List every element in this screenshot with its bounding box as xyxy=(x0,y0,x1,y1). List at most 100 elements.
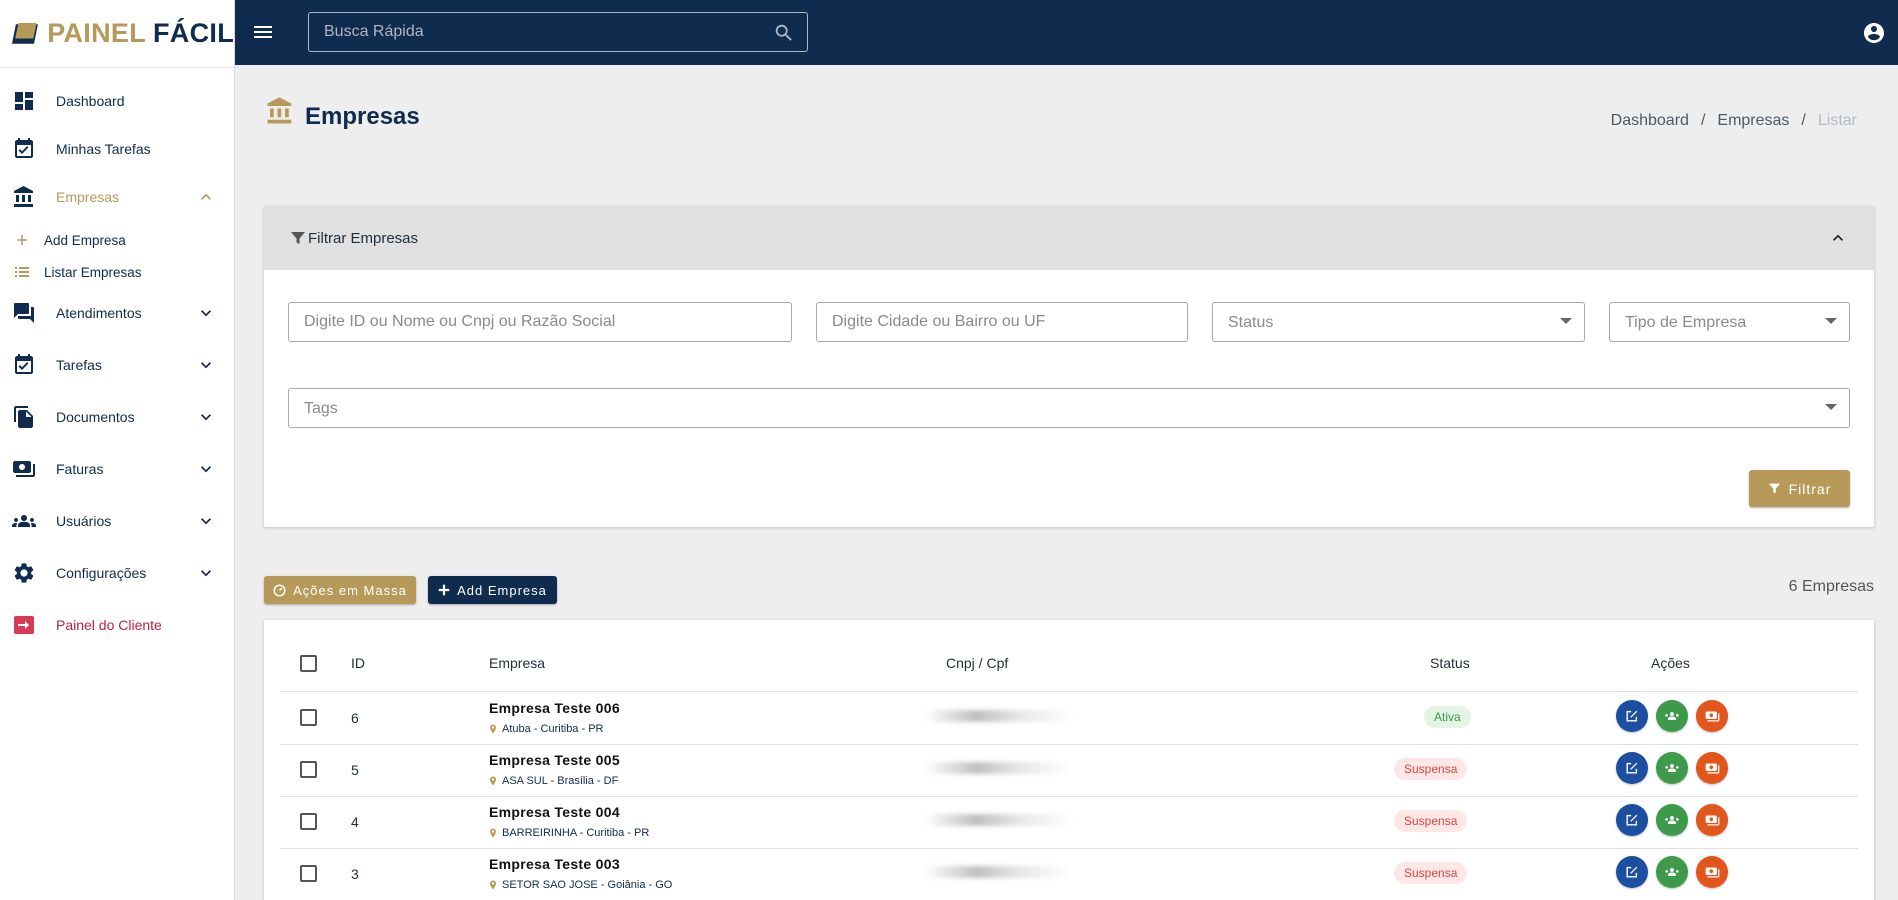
tags-placeholder: Tags xyxy=(304,400,338,417)
city-filter-field xyxy=(816,302,1188,342)
logo-text-facil: FÁCIL xyxy=(153,18,234,48)
edit-icon xyxy=(1626,814,1638,826)
invoices-button[interactable] xyxy=(1696,700,1728,732)
row-checkbox[interactable] xyxy=(300,865,317,882)
chevron-up-icon[interactable] xyxy=(196,187,216,207)
status-badge: Suspensa xyxy=(1394,758,1468,780)
chevron-down-icon[interactable] xyxy=(196,407,216,427)
sidebar-subitem-add-empresa[interactable]: Add Empresa xyxy=(0,227,235,253)
add-empresa-label: Add Empresa xyxy=(457,582,547,598)
map-pin-icon xyxy=(490,724,496,734)
sidebar-item-configuracoes[interactable]: Configurações xyxy=(0,553,235,593)
breadcrumb: Dashboard / Empresas / Listar xyxy=(1611,112,1857,130)
row-location-text: ASA SUL - Brasília - DF xyxy=(502,775,619,787)
sidebar-item-documentos[interactable]: Documentos xyxy=(0,397,235,437)
column-header-status[interactable]: Status xyxy=(1430,655,1470,671)
status-select-placeholder: Status xyxy=(1228,314,1274,331)
sidebar-item-label: Painel do Cliente xyxy=(56,617,162,633)
edit-button[interactable] xyxy=(1616,700,1648,732)
hamburger-menu-icon[interactable] xyxy=(251,20,275,44)
exit-arrow-icon xyxy=(14,616,34,634)
logo[interactable]: PAINEL FÁCIL xyxy=(0,0,234,68)
filter-button[interactable]: Filtrar xyxy=(1749,470,1850,507)
column-header-id[interactable]: ID xyxy=(351,655,365,671)
tags-select[interactable]: Tags xyxy=(288,388,1850,428)
chevron-up-icon[interactable] xyxy=(1828,228,1848,248)
sidebar-item-dashboard[interactable]: Dashboard xyxy=(0,81,235,121)
invoices-button[interactable] xyxy=(1696,752,1728,784)
row-cnpj-blurred xyxy=(924,814,1074,826)
plus-icon xyxy=(17,235,27,245)
row-checkbox[interactable] xyxy=(300,813,317,830)
table-row[interactable]: 4 Empresa Teste 004 BARREIRINHA - Curiti… xyxy=(264,796,1874,848)
sidebar-item-empresas[interactable]: Empresas xyxy=(0,177,235,217)
calendar-check-icon xyxy=(15,354,33,374)
search-box xyxy=(308,12,808,52)
dropdown-arrow-icon xyxy=(1825,318,1837,324)
users-button[interactable] xyxy=(1656,700,1688,732)
row-checkbox[interactable] xyxy=(300,761,317,778)
edit-button[interactable] xyxy=(1616,856,1648,888)
chevron-down-icon[interactable] xyxy=(196,303,216,323)
row-location: BARREIRINHA - Curitiba - PR xyxy=(489,827,649,839)
row-location: SETOR SAO JOSE - Goiânia - GO xyxy=(489,879,672,891)
sidebar-item-faturas[interactable]: Faturas xyxy=(0,449,235,489)
breadcrumb-dashboard[interactable]: Dashboard xyxy=(1611,112,1689,130)
sidebar-item-minhas-tarefas[interactable]: Minhas Tarefas xyxy=(0,129,235,169)
user-account-icon[interactable] xyxy=(1862,21,1886,45)
sidebar-subitem-label: Listar Empresas xyxy=(44,264,142,280)
search-icon[interactable] xyxy=(773,22,795,44)
sidebar-item-painel-do-cliente[interactable]: Painel do Cliente xyxy=(0,605,235,645)
row-company-name[interactable]: Empresa Teste 006 xyxy=(489,700,620,716)
table-row[interactable]: 6 Empresa Teste 006 Atuba - Curitiba - P… xyxy=(264,692,1874,744)
row-checkbox[interactable] xyxy=(300,709,317,726)
users-button[interactable] xyxy=(1656,856,1688,888)
users-button[interactable] xyxy=(1656,804,1688,836)
column-header-empresa[interactable]: Empresa xyxy=(489,655,545,671)
sidebar-item-tarefas[interactable]: Tarefas xyxy=(0,345,235,385)
sidebar-item-usuarios[interactable]: Usuários xyxy=(0,501,235,541)
city-filter-input[interactable] xyxy=(817,303,1187,341)
chevron-down-icon[interactable] xyxy=(196,563,216,583)
add-empresa-button[interactable]: Add Empresa xyxy=(428,576,557,604)
table-row[interactable]: 5 Empresa Teste 005 ASA SUL - Brasília -… xyxy=(264,744,1874,796)
row-company-name[interactable]: Empresa Teste 005 xyxy=(489,752,620,768)
column-header-cnpj[interactable]: Cnpj / Cpf xyxy=(946,655,1008,671)
sidebar-item-atendimentos[interactable]: Atendimentos xyxy=(0,293,235,333)
status-badge: Suspensa xyxy=(1394,862,1468,884)
gear-icon xyxy=(14,563,34,583)
bulk-actions-button[interactable]: Ações em Massa xyxy=(264,576,416,604)
chevron-down-icon[interactable] xyxy=(196,511,216,531)
breadcrumb-listar: Listar xyxy=(1817,112,1857,129)
sidebar-item-label: Atendimentos xyxy=(56,305,142,321)
users-button[interactable] xyxy=(1656,752,1688,784)
sidebar-item-label: Usuários xyxy=(56,513,112,529)
invoices-button[interactable] xyxy=(1696,804,1728,836)
edit-button[interactable] xyxy=(1616,752,1648,784)
edit-button[interactable] xyxy=(1616,804,1648,836)
sidebar-subitem-listar-empresas[interactable]: Listar Empresas xyxy=(0,259,235,285)
row-company-name[interactable]: Empresa Teste 004 xyxy=(489,804,620,820)
users-icon xyxy=(1665,712,1679,720)
logo-mark-icon xyxy=(12,22,38,44)
breadcrumb-empresas[interactable]: Empresas xyxy=(1717,112,1789,130)
row-location-text: SETOR SAO JOSE - Goiânia - GO xyxy=(502,879,673,891)
invoices-button[interactable] xyxy=(1696,856,1728,888)
money-icon xyxy=(1705,711,1719,721)
filter-header[interactable]: Filtrar Empresas xyxy=(264,206,1874,270)
sidebar-item-label: Faturas xyxy=(56,461,104,477)
search-input[interactable] xyxy=(309,13,807,51)
topbar xyxy=(235,0,1898,65)
row-company-name[interactable]: Empresa Teste 003 xyxy=(489,856,620,872)
company-type-select[interactable]: Tipo de Empresa xyxy=(1609,302,1850,342)
empresas-table: ID Empresa Cnpj / Cpf Status Ações 6 Emp… xyxy=(264,620,1874,900)
money-icon xyxy=(13,461,35,477)
name-filter-input[interactable] xyxy=(289,303,791,341)
select-all-checkbox[interactable] xyxy=(300,655,317,672)
chevron-down-icon[interactable] xyxy=(196,355,216,375)
money-icon xyxy=(1705,763,1719,773)
filter-button-label: Filtrar xyxy=(1788,480,1832,497)
status-select[interactable]: Status xyxy=(1212,302,1585,342)
chevron-down-icon[interactable] xyxy=(196,459,216,479)
table-row[interactable]: 3 Empresa Teste 003 SETOR SAO JOSE - Goi… xyxy=(264,848,1874,900)
